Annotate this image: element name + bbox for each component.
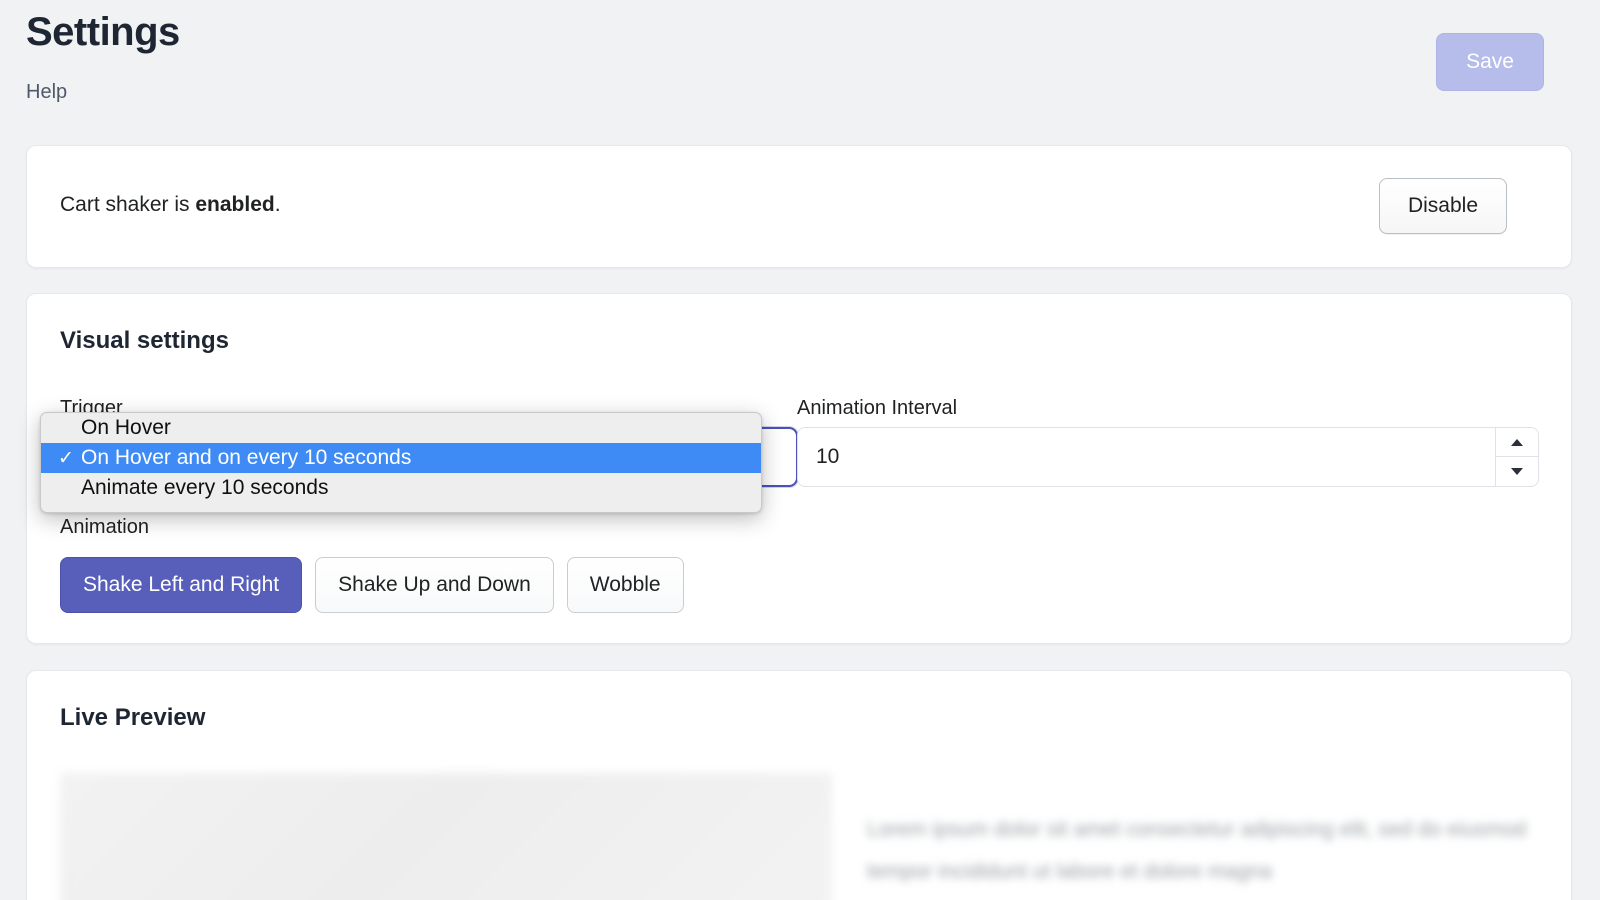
animation-option-shake-left-right[interactable]: Shake Left and Right [60,557,302,613]
live-preview-card: Live Preview Lorem ipsum dolor sit amet … [26,670,1572,900]
visual-settings-heading: Visual settings [60,327,229,355]
status-badge: enabled [195,193,274,216]
animation-label: Animation [60,516,149,539]
preview-body-text: Lorem ipsum dolor sit amet consectetur a… [867,809,1527,893]
trigger-dropdown-popup[interactable]: On Hover ✓ On Hover and on every 10 seco… [40,412,762,513]
dropdown-option-on-hover[interactable]: On Hover [41,413,761,443]
dropdown-option-label: On Hover [81,416,761,440]
preview-product-image [60,773,832,900]
live-preview-heading: Live Preview [60,704,205,732]
settings-page: Settings Help Save Cart shaker is enable… [0,0,1600,900]
animation-option-shake-up-down[interactable]: Shake Up and Down [315,557,554,613]
dropdown-option-animate-interval[interactable]: Animate every 10 seconds [41,473,761,503]
animation-interval-stepper [1495,427,1539,487]
animation-interval-label: Animation Interval [797,397,957,420]
save-button[interactable]: Save [1436,33,1544,91]
status-text-suffix: . [275,193,281,216]
stepper-increment-button[interactable] [1496,428,1538,457]
checkmark-icon: ✓ [58,447,81,470]
stepper-decrement-button[interactable] [1496,457,1538,486]
chevron-up-icon [1511,439,1523,446]
animation-button-group: Shake Left and Right Shake Up and Down W… [60,557,684,613]
page-header: Settings Help Save [0,0,1600,130]
chevron-down-icon [1511,468,1523,475]
animation-interval-input[interactable]: 10 [797,427,1495,487]
status-text-prefix: Cart shaker is [60,193,195,216]
status-text: Cart shaker is enabled. [60,193,281,217]
disable-button[interactable]: Disable [1379,178,1507,234]
animation-option-wobble[interactable]: Wobble [567,557,684,613]
dropdown-option-label: Animate every 10 seconds [81,476,761,500]
dropdown-option-on-hover-and-interval[interactable]: ✓ On Hover and on every 10 seconds [41,443,761,473]
animation-interval-field: 10 [797,427,1539,487]
status-card: Cart shaker is enabled. Disable [26,145,1572,268]
dropdown-option-label: On Hover and on every 10 seconds [81,446,761,470]
help-link[interactable]: Help [26,81,67,104]
page-title: Settings [26,10,180,55]
